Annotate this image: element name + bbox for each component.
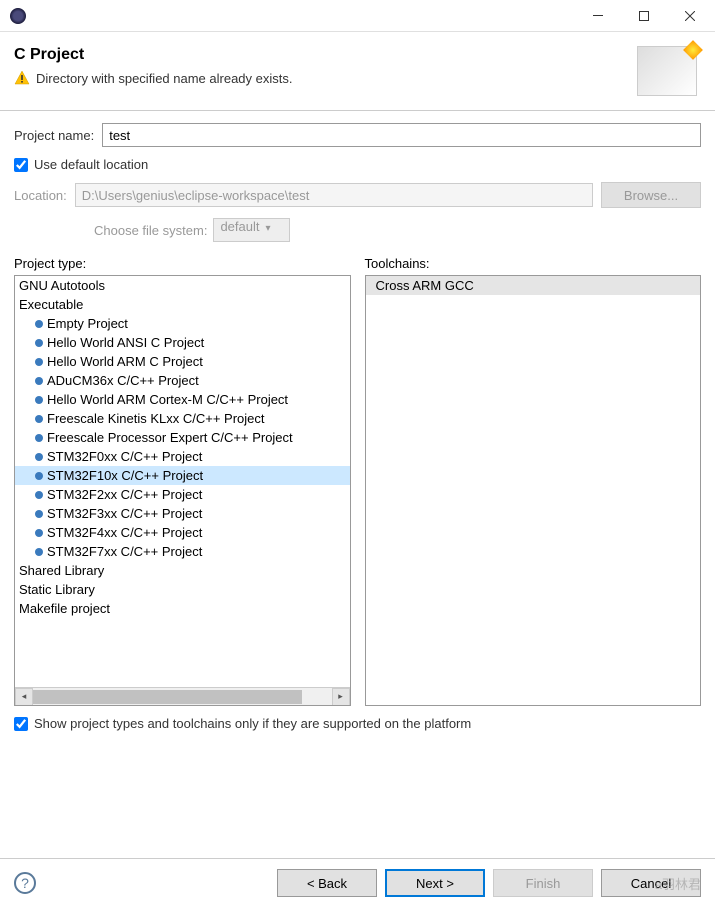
tree-item-label: Freescale Kinetis KLxx C/C++ Project: [47, 411, 264, 426]
project-name-input[interactable]: [102, 123, 701, 147]
tree-item-label: STM32F4xx C/C++ Project: [47, 525, 202, 540]
project-template-icon: [35, 415, 43, 423]
tree-item[interactable]: STM32F3xx C/C++ Project: [15, 504, 350, 523]
wizard-footer: ? < Back Next > Finish Cancel a羽林君: [0, 858, 715, 907]
tree-item[interactable]: Executable: [15, 295, 350, 314]
tree-item[interactable]: STM32F7xx C/C++ Project: [15, 542, 350, 561]
toolchain-item[interactable]: Cross ARM GCC: [366, 276, 701, 295]
project-template-icon: [35, 529, 43, 537]
project-template-icon: [35, 358, 43, 366]
tree-item-label: GNU Autotools: [19, 278, 105, 293]
project-template-icon: [35, 453, 43, 461]
project-type-label: Project type:: [14, 256, 351, 271]
tree-item-label: Hello World ARM C Project: [47, 354, 203, 369]
scroll-track[interactable]: [33, 688, 332, 706]
tree-item-label: Executable: [19, 297, 83, 312]
use-default-location-label: Use default location: [34, 157, 148, 172]
project-template-icon: [35, 339, 43, 347]
header-message: Directory with specified name already ex…: [14, 70, 637, 86]
finish-button: Finish: [493, 869, 593, 897]
close-button[interactable]: [667, 1, 713, 31]
tree-item[interactable]: GNU Autotools: [15, 276, 350, 295]
show-supported-label: Show project types and toolchains only i…: [34, 716, 471, 731]
tree-item-label: STM32F2xx C/C++ Project: [47, 487, 202, 502]
wizard-banner-icon: [637, 46, 697, 96]
tree-item[interactable]: Makefile project: [15, 599, 350, 618]
tree-item[interactable]: Static Library: [15, 580, 350, 599]
help-button[interactable]: ?: [14, 872, 36, 894]
minimize-button[interactable]: [575, 1, 621, 31]
project-template-icon: [35, 377, 43, 385]
tree-item[interactable]: STM32F4xx C/C++ Project: [15, 523, 350, 542]
warning-icon: [14, 70, 30, 86]
tree-item-label: STM32F0xx C/C++ Project: [47, 449, 202, 464]
show-supported-checkbox[interactable]: [14, 717, 28, 731]
window-controls: [575, 1, 713, 31]
tree-item-label: Makefile project: [19, 601, 110, 616]
back-button[interactable]: < Back: [277, 869, 377, 897]
tree-item[interactable]: Hello World ARM C Project: [15, 352, 350, 371]
project-template-icon: [35, 434, 43, 442]
tree-item-label: STM32F10x C/C++ Project: [47, 468, 203, 483]
header-message-text: Directory with specified name already ex…: [36, 71, 293, 86]
maximize-button[interactable]: [621, 1, 667, 31]
maximize-icon: [639, 11, 649, 21]
filesystem-label: Choose file system:: [94, 223, 207, 238]
tree-item-label: Shared Library: [19, 563, 104, 578]
scroll-left-button[interactable]: ◂: [15, 688, 33, 706]
horizontal-scrollbar[interactable]: ◂▸: [15, 687, 350, 705]
wizard-content: Project name: Use default location Locat…: [0, 111, 715, 743]
page-title: C Project: [14, 46, 637, 64]
tree-item[interactable]: Hello World ANSI C Project: [15, 333, 350, 352]
scroll-right-button[interactable]: ▸: [332, 688, 350, 706]
tree-item-label: STM32F3xx C/C++ Project: [47, 506, 202, 521]
tree-item-label: STM32F7xx C/C++ Project: [47, 544, 202, 559]
tree-item[interactable]: Shared Library: [15, 561, 350, 580]
tree-item[interactable]: STM32F10x C/C++ Project: [15, 466, 350, 485]
eclipse-icon: [10, 8, 26, 24]
location-label: Location:: [14, 188, 67, 203]
tree-item[interactable]: ADuCM36x C/C++ Project: [15, 371, 350, 390]
close-icon: [685, 11, 695, 21]
tree-item-label: Freescale Processor Expert C/C++ Project: [47, 430, 293, 445]
minimize-icon: [593, 15, 603, 16]
tree-item-label: Empty Project: [47, 316, 128, 331]
project-type-list[interactable]: GNU Autotools Executable Empty Project Hell…: [14, 275, 351, 706]
project-template-icon: [35, 548, 43, 556]
tree-item-label: ADuCM36x C/C++ Project: [47, 373, 199, 388]
browse-button: Browse...: [601, 182, 701, 208]
scroll-thumb[interactable]: [33, 690, 302, 704]
tree-item[interactable]: Empty Project: [15, 314, 350, 333]
tree-item[interactable]: STM32F0xx C/C++ Project: [15, 447, 350, 466]
project-template-icon: [35, 491, 43, 499]
next-button[interactable]: Next >: [385, 869, 485, 897]
project-template-icon: [35, 510, 43, 518]
location-input: [75, 183, 593, 207]
cancel-button[interactable]: Cancel: [601, 869, 701, 897]
use-default-location-checkbox[interactable]: [14, 158, 28, 172]
tree-item[interactable]: STM32F2xx C/C++ Project: [15, 485, 350, 504]
filesystem-select: default: [213, 218, 289, 242]
tree-item[interactable]: Freescale Kinetis KLxx C/C++ Project: [15, 409, 350, 428]
project-name-label: Project name:: [14, 128, 94, 143]
tree-item-label: Hello World ANSI C Project: [47, 335, 204, 350]
tree-item[interactable]: Freescale Processor Expert C/C++ Project: [15, 428, 350, 447]
titlebar: [0, 0, 715, 32]
toolchains-list[interactable]: Cross ARM GCC: [365, 275, 702, 706]
tree-item[interactable]: Hello World ARM Cortex-M C/C++ Project: [15, 390, 350, 409]
project-template-icon: [35, 320, 43, 328]
toolchains-label: Toolchains:: [365, 256, 702, 271]
project-template-icon: [35, 396, 43, 404]
project-template-icon: [35, 472, 43, 480]
tree-item-label: Static Library: [19, 582, 95, 597]
wizard-header: C Project Directory with specified name …: [0, 32, 715, 111]
tree-item-label: Hello World ARM Cortex-M C/C++ Project: [47, 392, 288, 407]
